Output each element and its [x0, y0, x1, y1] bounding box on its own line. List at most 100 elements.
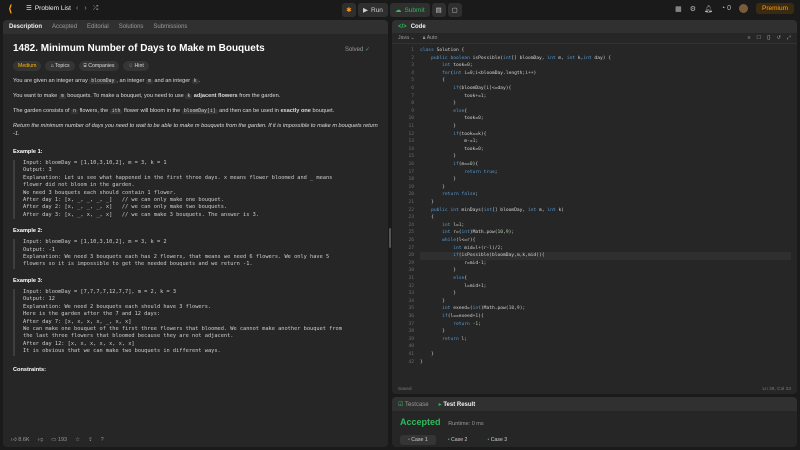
code-editor[interactable]: 1 2 3 4 5 6 7 8 9 10 11 12 13 14 15 16 17 18 19 20 21 22 23 24 2… — [392, 44, 797, 382]
reset-icon[interactable]: ↺ — [776, 35, 780, 42]
line-number: 18 — [408, 177, 414, 183]
bookmark-icon[interactable]: ☐ — [756, 35, 761, 42]
p1-b: , an integer — [116, 78, 146, 84]
like-count: 8.6K — [18, 437, 30, 443]
comments-button[interactable]: ▭ 193 — [51, 437, 67, 443]
code-line[interactable]: } — [420, 267, 456, 275]
code-line[interactable]: } — [420, 328, 445, 336]
code-line[interactable]: return true; — [420, 169, 497, 177]
format-icon[interactable]: ≡ — [747, 35, 750, 42]
code-line[interactable]: return -1; — [420, 321, 481, 329]
topics-tag[interactable]: ⌂ Topics — [45, 61, 75, 71]
code-line[interactable]: if(took==k){ — [420, 131, 486, 139]
tab-test-result[interactable]: ▸ Test Result — [439, 401, 476, 408]
code-line[interactable]: took=0; — [420, 115, 483, 123]
tab-accepted[interactable]: Accepted — [52, 24, 77, 30]
code-line[interactable]: { — [420, 214, 434, 222]
notification-icon[interactable]: 🔔︎ — [704, 5, 713, 13]
code-line[interactable]: m-=1; — [420, 138, 478, 146]
autocomplete-toggle[interactable]: 🔒︎ Auto — [423, 35, 438, 42]
code-line[interactable]: } — [420, 298, 445, 306]
code-line[interactable]: l=mid+1; — [420, 283, 486, 291]
fullscreen-icon[interactable]: ⤢ — [787, 35, 791, 42]
language-select[interactable]: Java ⌄ — [398, 35, 415, 41]
tab-description[interactable]: Description — [9, 24, 42, 30]
companies-tag[interactable]: ⌸ Companies — [78, 61, 120, 71]
case-1-tab[interactable]: • Case 1 — [400, 435, 436, 445]
tab-editorial[interactable]: Editorial — [87, 24, 109, 30]
case-2-tab[interactable]: • Case 2 — [440, 435, 476, 445]
notes-button[interactable]: ▤ — [431, 3, 446, 17]
dislike-icon[interactable]: 👎︎ — [38, 437, 44, 443]
prev-problem-icon[interactable]: ‹ — [76, 5, 78, 13]
line-number: 32 — [408, 283, 414, 289]
code-line[interactable]: else{ — [420, 275, 467, 283]
code-line[interactable]: } — [420, 184, 445, 192]
code-line[interactable]: { — [420, 77, 445, 85]
hint-tag[interactable]: ♢ Hint — [123, 61, 149, 71]
example-line: flowers so it is impossible to get the n… — [23, 261, 253, 268]
whiteboard-button[interactable]: ▢ — [447, 3, 462, 17]
case-3-tab[interactable]: • Case 3 — [479, 435, 515, 445]
code-line[interactable]: int l=1; — [420, 222, 464, 230]
star-icon[interactable]: ☆ — [75, 437, 80, 443]
code-line[interactable]: class Solution { — [420, 47, 464, 55]
panel-resize-handle[interactable] — [389, 228, 391, 248]
code-line[interactable]: for(int i=0;i<bloomDay.length;i++) — [420, 70, 536, 78]
avatar[interactable] — [738, 4, 748, 13]
help-icon[interactable]: ? — [101, 437, 104, 443]
example-line: Output: -1 — [23, 246, 55, 253]
code-line[interactable]: else{ — [420, 108, 467, 116]
layout-icon[interactable]: ▦ — [675, 5, 682, 13]
code-line[interactable]: return l; — [420, 336, 467, 344]
run-button[interactable]: ▶ Run — [358, 3, 388, 17]
line-number: 37 — [408, 321, 414, 327]
code-line[interactable]: int mid=l+(r-l)/2; — [420, 245, 503, 253]
tab-solutions[interactable]: Solutions — [119, 24, 144, 30]
code-line[interactable]: took=0; — [420, 146, 483, 154]
next-problem-icon[interactable]: › — [84, 5, 86, 13]
code-line[interactable]: return false; — [420, 191, 478, 199]
code-line[interactable]: if(bloomDay[i]<=day){ — [420, 85, 511, 93]
code-line[interactable]: int exeed=(int)Math.pow(10,9); — [420, 305, 525, 313]
code-tab[interactable]: Code — [411, 24, 426, 30]
code-line[interactable]: int r=(int)Math.pow(10,9); — [420, 229, 514, 237]
braces-icon[interactable]: {} — [767, 35, 770, 42]
code-line[interactable]: } — [420, 199, 434, 207]
code-line[interactable]: if(l==exeed+1){ — [420, 313, 484, 321]
code-line[interactable]: took+=1; — [420, 93, 486, 101]
code-line[interactable]: } — [420, 359, 423, 367]
code-line[interactable]: } — [420, 123, 456, 131]
code-line[interactable]: if(m==0){ — [420, 161, 478, 169]
settings-icon[interactable]: ⚙ — [690, 5, 696, 13]
code-line[interactable]: r=mid-1; — [420, 260, 486, 268]
solved-label: Solved — [344, 47, 364, 53]
like-button[interactable]: 👍︎ 8.6K — [11, 437, 30, 443]
code-line[interactable]: } — [420, 153, 456, 161]
tab-submissions[interactable]: Submissions — [153, 24, 187, 30]
premium-button[interactable]: Premium — [755, 3, 794, 14]
code-m: m — [145, 79, 153, 84]
share-icon[interactable]: ⇪ — [88, 437, 93, 443]
submit-button[interactable]: ☁ Submit — [389, 3, 430, 17]
line-number: 41 — [408, 352, 414, 357]
shuffle-icon[interactable]: ⤮ — [93, 5, 99, 13]
line-number: 34 — [408, 298, 414, 304]
code-line[interactable]: } — [420, 176, 456, 184]
debug-button[interactable]: ✱ — [342, 3, 356, 17]
line-number: 20 — [408, 192, 414, 198]
code-line[interactable]: } — [420, 290, 456, 298]
code-line[interactable]: while(l<=r){ — [420, 237, 475, 245]
run-controls: ✱ ▶ Run ☁ Submit ▤ ▢ — [342, 3, 462, 17]
code-line[interactable]: } — [420, 100, 456, 108]
difficulty-badge[interactable]: Medium — [13, 61, 42, 71]
code-line[interactable]: int took=0; — [420, 62, 472, 70]
tab-testcase[interactable]: ☑ Testcase — [398, 401, 429, 408]
logo-icon[interactable]: ⟨ — [8, 4, 18, 16]
code-line[interactable]: if(isPossible(bloomDay,m,k,mid)){ — [420, 252, 791, 260]
problem-list-button[interactable]: ☰ Problem List — [26, 4, 71, 13]
streak-icon[interactable]: ◔ 0 — [721, 5, 731, 12]
code-line[interactable]: public boolean isPossible(int[] bloomDay… — [420, 55, 611, 63]
code-line[interactable]: public int minDays(int[] bloomDay, int m… — [420, 207, 564, 215]
code-line[interactable]: } — [420, 351, 434, 359]
